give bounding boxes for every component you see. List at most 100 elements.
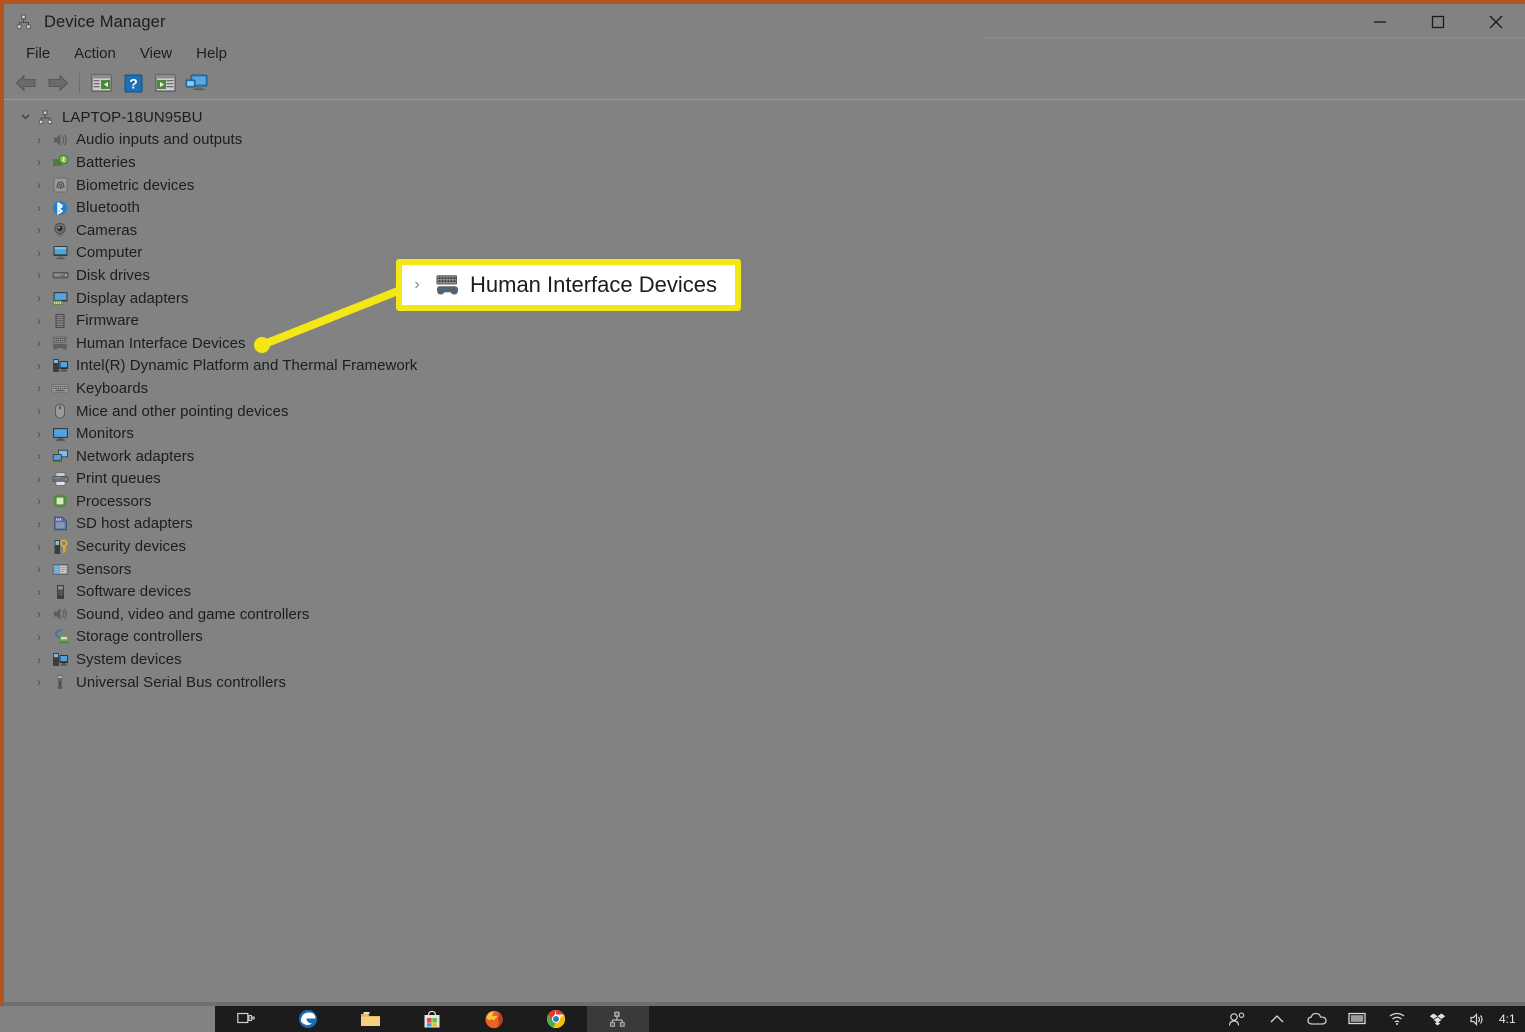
- menu-file[interactable]: File: [14, 40, 62, 67]
- back-button[interactable]: [10, 69, 42, 97]
- tree-item-intel-dynamic-platform[interactable]: › Intel(R) Dynamic Platform and Thermal …: [28, 355, 1525, 378]
- menu-action[interactable]: Action: [62, 40, 128, 67]
- taskbar-items: [215, 1006, 649, 1032]
- tree-item-system-devices[interactable]: › System devices: [28, 648, 1525, 671]
- tray-volume-icon[interactable]: [1457, 1006, 1497, 1032]
- tray-show-hidden-icons[interactable]: [1257, 1006, 1297, 1032]
- chevron-right-icon[interactable]: ›: [28, 315, 50, 327]
- chevron-right-icon[interactable]: ›: [28, 563, 50, 575]
- folder-icon: [360, 1011, 381, 1028]
- tray-display-icon[interactable]: [1337, 1006, 1377, 1032]
- chevron-right-icon[interactable]: ›: [28, 134, 50, 146]
- taskbar-chrome[interactable]: [525, 1006, 587, 1032]
- computer-root-icon: [36, 108, 56, 126]
- taskbar-device-manager[interactable]: [587, 1006, 649, 1032]
- tree-item-disk-drives[interactable]: › Disk drives: [28, 264, 1525, 287]
- tree-root-node[interactable]: LAPTOP-18UN95BU: [4, 106, 1525, 129]
- tree-item-processors[interactable]: › Processors: [28, 490, 1525, 513]
- tree-item-label: Disk drives: [76, 266, 150, 284]
- chevron-right-icon[interactable]: ›: [28, 292, 50, 304]
- chevron-right-icon[interactable]: ›: [28, 202, 50, 214]
- tree-item-biometric-devices[interactable]: › Biometric devices: [28, 174, 1525, 197]
- tree-item-label: Sound, video and game controllers: [76, 605, 310, 623]
- chevron-right-icon[interactable]: ›: [28, 224, 50, 236]
- tree-item-display-adapters[interactable]: › Display adapters: [28, 287, 1525, 310]
- chevron-right-icon[interactable]: ›: [28, 654, 50, 666]
- chevron-right-icon[interactable]: ›: [28, 473, 50, 485]
- tree-item-label: Storage controllers: [76, 628, 203, 646]
- tree-item-usb-controllers[interactable]: › Universal Serial Bus controllers: [28, 671, 1525, 694]
- taskbar-edge[interactable]: [277, 1006, 339, 1032]
- tree-item-print-queues[interactable]: › Print queues: [28, 468, 1525, 491]
- tree-item-human-interface-devices[interactable]: › Human Interface Devices: [28, 332, 1525, 355]
- chevron-right-icon[interactable]: ›: [28, 495, 50, 507]
- tree-item-bluetooth[interactable]: › Bluetooth: [28, 196, 1525, 219]
- minimize-button[interactable]: [1351, 4, 1409, 40]
- show-hide-console-tree-button[interactable]: [85, 69, 117, 97]
- thermal-framework-icon: [50, 357, 70, 375]
- chevron-right-icon[interactable]: ›: [28, 608, 50, 620]
- tree-item-audio-inputs-and-outputs[interactable]: › Audio inputs and outputs: [28, 129, 1525, 152]
- chevron-right-icon[interactable]: ›: [28, 337, 50, 349]
- tree-item-software-devices[interactable]: › Software devices: [28, 580, 1525, 603]
- taskbar-firefox[interactable]: [463, 1006, 525, 1032]
- chevron-right-icon[interactable]: ›: [28, 450, 50, 462]
- chevron-right-icon[interactable]: ›: [28, 631, 50, 643]
- taskbar-clock[interactable]: 4:1: [1497, 1012, 1523, 1026]
- task-view-icon: [237, 1011, 255, 1027]
- tray-network-icon[interactable]: [1377, 1006, 1417, 1032]
- tree-item-mice[interactable]: › Mice and other pointing devices: [28, 400, 1525, 423]
- tree-item-storage-controllers[interactable]: › Storage controllers: [28, 626, 1525, 649]
- chevron-right-icon[interactable]: ›: [28, 360, 50, 372]
- tree-item-sd-host-adapters[interactable]: › SD host adapters: [28, 513, 1525, 536]
- chevron-right-icon[interactable]: ›: [28, 405, 50, 417]
- chevron-right-icon[interactable]: ›: [28, 541, 50, 553]
- tree-item-network-adapters[interactable]: › Network adapters: [28, 445, 1525, 468]
- chevron-right-icon[interactable]: ›: [28, 179, 50, 191]
- forward-button[interactable]: [42, 69, 74, 97]
- tray-onedrive-icon[interactable]: [1297, 1006, 1337, 1032]
- chevron-right-icon[interactable]: ›: [28, 586, 50, 598]
- device-tree[interactable]: LAPTOP-18UN95BU › Audio inputs and outpu…: [4, 100, 1525, 990]
- tree-item-security-devices[interactable]: › Security devices: [28, 535, 1525, 558]
- chevron-right-icon[interactable]: ›: [28, 676, 50, 688]
- menu-view[interactable]: View: [128, 40, 184, 67]
- console-tree-icon: [91, 74, 112, 92]
- tree-item-label: Human Interface Devices: [76, 334, 246, 352]
- scan-hardware-changes-button[interactable]: [181, 69, 213, 97]
- taskbar-microsoft-store[interactable]: [401, 1006, 463, 1032]
- chevron-right-icon[interactable]: ›: [28, 428, 50, 440]
- chevron-right-icon[interactable]: ›: [28, 518, 50, 530]
- taskbar-task-view[interactable]: [215, 1006, 277, 1032]
- maximize-button[interactable]: [1409, 4, 1467, 40]
- tray-people-icon[interactable]: [1217, 1006, 1257, 1032]
- tree-item-batteries[interactable]: › Batteries: [28, 151, 1525, 174]
- tree-item-keyboards[interactable]: › Keyboards: [28, 377, 1525, 400]
- screen: Device Manager File Action View Help ? L…: [0, 0, 1525, 1032]
- volume-icon: [1469, 1012, 1485, 1027]
- tree-item-firmware[interactable]: › Firmware: [28, 309, 1525, 332]
- chevron-right-icon[interactable]: ›: [28, 247, 50, 259]
- chevron-right-icon[interactable]: ›: [28, 382, 50, 394]
- speaker-icon: [50, 131, 70, 149]
- chevron-right-icon[interactable]: ›: [28, 269, 50, 281]
- svg-text:?: ?: [129, 75, 138, 91]
- chevron-right-icon[interactable]: ›: [28, 156, 50, 168]
- callout-box: › Human Interface Devices: [396, 259, 741, 311]
- tree-item-sensors[interactable]: › Sensors: [28, 558, 1525, 581]
- chevron-right-icon[interactable]: ›: [402, 276, 432, 294]
- help-button[interactable]: ?: [117, 69, 149, 97]
- dropbox-icon: [1429, 1012, 1446, 1027]
- tray-dropbox-icon[interactable]: [1417, 1006, 1457, 1032]
- taskbar-file-explorer[interactable]: [339, 1006, 401, 1032]
- close-button[interactable]: [1467, 4, 1525, 40]
- tree-item-cameras[interactable]: › Cameras: [28, 219, 1525, 242]
- tree-item-label: System devices: [76, 651, 182, 669]
- tree-item-monitors[interactable]: › Monitors: [28, 422, 1525, 445]
- tree-item-sound-video-game-controllers[interactable]: › Sound, video and game controllers: [28, 603, 1525, 626]
- chevron-down-icon[interactable]: [14, 111, 36, 123]
- fingerprint-icon: [50, 176, 70, 194]
- tree-item-computer[interactable]: › Computer: [28, 242, 1525, 265]
- menu-help[interactable]: Help: [184, 40, 239, 67]
- properties-button[interactable]: [149, 69, 181, 97]
